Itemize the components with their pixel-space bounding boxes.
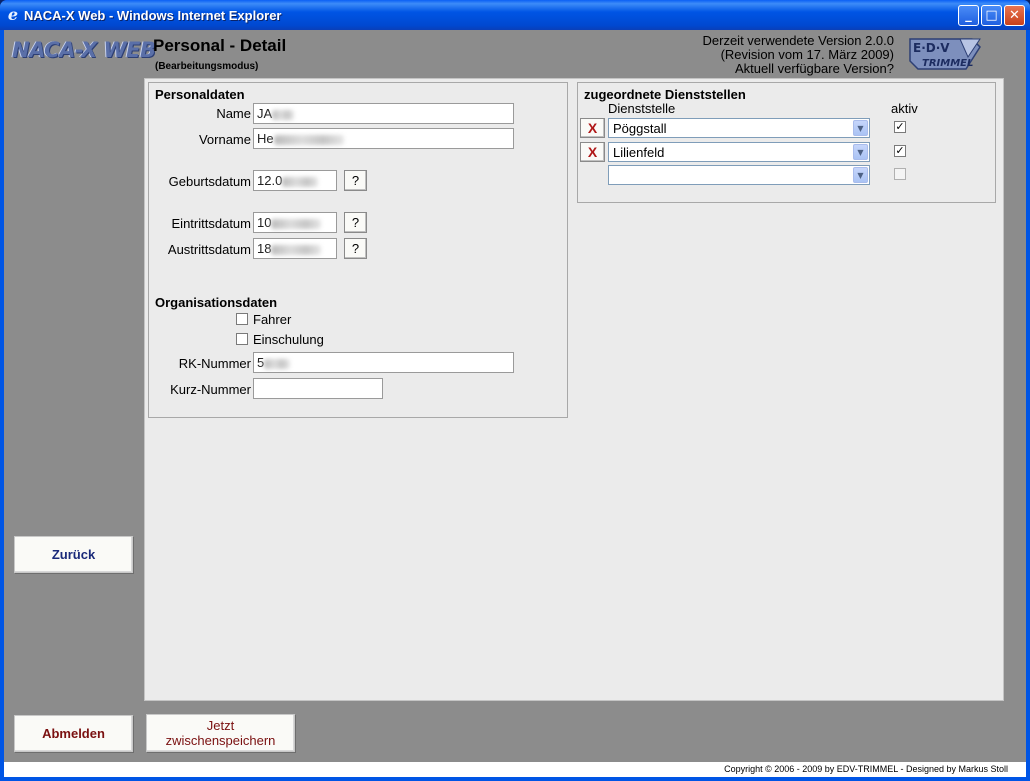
internet-explorer-icon: e bbox=[7, 5, 19, 24]
austrittsdatum-label: Austrittsdatum bbox=[167, 242, 251, 257]
title-bar[interactable]: e NACA-X Web - Windows Internet Explorer… bbox=[0, 0, 1030, 30]
personaldaten-title: Personaldaten bbox=[155, 87, 245, 102]
aktiv-checkbox-disabled bbox=[894, 168, 906, 180]
name-label: Name bbox=[216, 106, 251, 121]
page-frame: NACA-X WEB Personal - Detail (Bearbeitun… bbox=[4, 30, 1026, 777]
logout-button[interactable]: Abmelden bbox=[14, 715, 133, 752]
version-available-link[interactable]: Aktuell verfügbare Version? bbox=[640, 62, 894, 76]
eintrittsdatum-label: Eintrittsdatum bbox=[171, 216, 251, 231]
vorname-input[interactable]: He bbox=[253, 128, 514, 149]
dienststelle-select-value: Pöggstall bbox=[613, 121, 667, 136]
page-subtitle: (Bearbeitungsmodus) bbox=[155, 61, 259, 72]
fahrer-label: Fahrer bbox=[253, 312, 292, 327]
einschulung-checkbox[interactable] bbox=[236, 333, 248, 345]
footer: Copyright © 2006 - 2009 by EDV-TRIMMEL -… bbox=[4, 762, 1026, 777]
kurz-nummer-label: Kurz-Nummer bbox=[170, 382, 251, 397]
organisationsdaten-title: Organisationsdaten bbox=[155, 295, 278, 310]
eintrittsdatum-input[interactable]: 10 bbox=[253, 212, 337, 233]
chevron-down-icon[interactable]: ▼ bbox=[853, 167, 868, 183]
name-input[interactable]: JA bbox=[253, 103, 514, 124]
kurz-nummer-input[interactable] bbox=[253, 378, 383, 399]
eintrittsdatum-value: 10 bbox=[257, 215, 272, 230]
rk-nummer-label: RK-Nummer bbox=[178, 356, 251, 371]
rk-nummer-input[interactable]: 5 bbox=[253, 352, 514, 373]
chevron-down-icon[interactable]: ▼ bbox=[853, 120, 868, 136]
browser-window: e NACA-X Web - Windows Internet Explorer… bbox=[0, 0, 1030, 781]
dienststelle-select[interactable]: Pöggstall ▼ bbox=[608, 118, 870, 138]
geburtsdatum-input[interactable]: 12.0 bbox=[253, 170, 337, 191]
close-button[interactable]: ✕ bbox=[1004, 5, 1025, 26]
save-label-line1: Jetzt bbox=[206, 718, 235, 733]
eintrittsdatum-help-button[interactable]: ? bbox=[344, 212, 367, 233]
save-label-line2: zwischenspeichern bbox=[165, 733, 276, 748]
dienststellen-title: zugeordnete Dienststellen bbox=[584, 87, 746, 102]
edv-logo-bottom: TRIMMEL bbox=[922, 58, 973, 69]
version-info: Derzeit verwendete Version 2.0.0 (Revisi… bbox=[640, 33, 895, 76]
aktiv-checkbox[interactable]: ✓ bbox=[894, 121, 906, 133]
remove-dienststelle-button[interactable]: X bbox=[580, 118, 605, 138]
aktiv-checkbox[interactable]: ✓ bbox=[894, 145, 906, 157]
personaldaten-panel: Personaldaten Name JA Vorname He Geburts… bbox=[148, 82, 568, 418]
rk-nummer-value: 5 bbox=[257, 355, 265, 370]
geburtsdatum-value: 12.0 bbox=[257, 173, 283, 188]
version-current: Derzeit verwendete Version 2.0.0 bbox=[702, 33, 895, 48]
edv-logo-top: E·D·V bbox=[913, 41, 950, 55]
aktiv-column-header: aktiv bbox=[891, 101, 918, 116]
geburtsdatum-help-button[interactable]: ? bbox=[344, 170, 367, 191]
austrittsdatum-help-button[interactable]: ? bbox=[344, 238, 367, 259]
page-title: Personal - Detail bbox=[153, 36, 287, 55]
fahrer-checkbox[interactable] bbox=[236, 313, 248, 325]
dienststellen-panel: zugeordnete Dienststellen Dienststelle a… bbox=[577, 82, 996, 203]
geburtsdatum-label: Geburtsdatum bbox=[168, 174, 251, 189]
minimize-button[interactable]: _ bbox=[958, 5, 979, 26]
remove-dienststelle-button[interactable]: X bbox=[580, 142, 605, 162]
dienststelle-select[interactable]: Lilienfeld ▼ bbox=[608, 142, 870, 162]
vorname-value: He bbox=[257, 131, 274, 146]
naca-x-logo: NACA-X WEB bbox=[12, 38, 156, 62]
einschulung-label: Einschulung bbox=[253, 332, 324, 347]
window-title: NACA-X Web - Windows Internet Explorer bbox=[24, 8, 282, 23]
vorname-label: Vorname bbox=[198, 132, 251, 147]
dienststelle-column-header: Dienststelle bbox=[608, 101, 676, 116]
save-draft-button[interactable]: Jetzt zwischenspeichern bbox=[146, 714, 295, 752]
main-content: Personaldaten Name JA Vorname He Geburts… bbox=[144, 78, 1004, 701]
dienststelle-select-value: Lilienfeld bbox=[613, 145, 665, 160]
maximize-button[interactable]: □ bbox=[981, 5, 1002, 26]
austrittsdatum-input[interactable]: 18 bbox=[253, 238, 337, 259]
name-value: JA bbox=[257, 106, 273, 121]
chevron-down-icon[interactable]: ▼ bbox=[853, 144, 868, 160]
edv-trimmel-logo: E·D·V TRIMMEL bbox=[909, 38, 981, 70]
copyright-text: Copyright © 2006 - 2009 by EDV-TRIMMEL -… bbox=[724, 764, 1008, 774]
austrittsdatum-value: 18 bbox=[257, 241, 272, 256]
back-button[interactable]: Zurück bbox=[14, 536, 133, 573]
dienststelle-select-new[interactable]: ▼ bbox=[608, 165, 870, 185]
version-revision: (Revision vom 17. März 2009) bbox=[720, 47, 894, 62]
